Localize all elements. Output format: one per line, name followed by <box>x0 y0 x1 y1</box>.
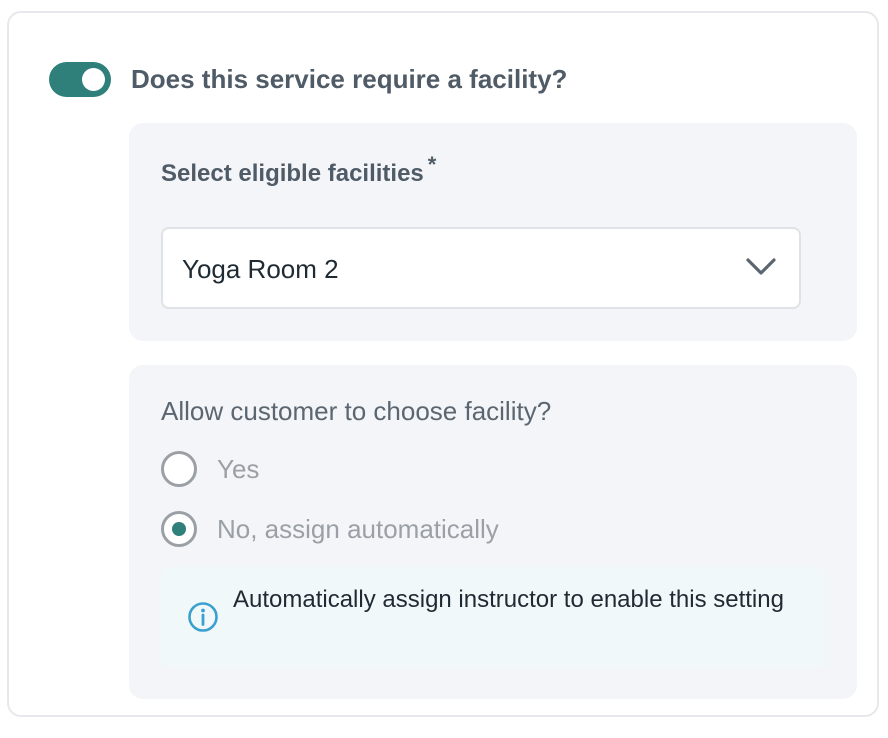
radio-button-yes[interactable] <box>161 451 197 487</box>
facility-settings-card: Does this service require a facility? Se… <box>7 11 879 717</box>
toggle-knob <box>82 68 105 91</box>
facility-select-label: Select eligible facilities * <box>161 154 436 191</box>
info-message-box: Automatically assign instructor to enabl… <box>161 567 825 667</box>
facility-select-value: Yoga Room 2 <box>182 254 339 284</box>
radio-selected-dot <box>172 522 186 536</box>
required-marker: * <box>427 152 437 177</box>
facility-select-label-text: Select eligible facilities <box>161 160 424 187</box>
facility-select-dropdown[interactable]: Yoga Room 2 <box>161 227 801 309</box>
facility-required-toggle[interactable] <box>49 62 111 97</box>
radio-label-no: No, assign automatically <box>217 514 499 544</box>
customer-choice-panel: Allow customer to choose facility? Yes N… <box>129 365 857 699</box>
facility-select-panel: Select eligible facilities * Yoga Room 2 <box>129 123 857 341</box>
facility-required-question: Does this service require a facility? <box>131 64 568 94</box>
radio-label-yes: Yes <box>217 454 260 484</box>
customer-choice-question: Allow customer to choose facility? <box>161 396 552 426</box>
info-message-text: Automatically assign instructor to enabl… <box>233 586 784 613</box>
radio-button-no[interactable] <box>161 511 197 547</box>
chevron-down-icon <box>746 258 776 275</box>
info-icon <box>188 602 218 632</box>
